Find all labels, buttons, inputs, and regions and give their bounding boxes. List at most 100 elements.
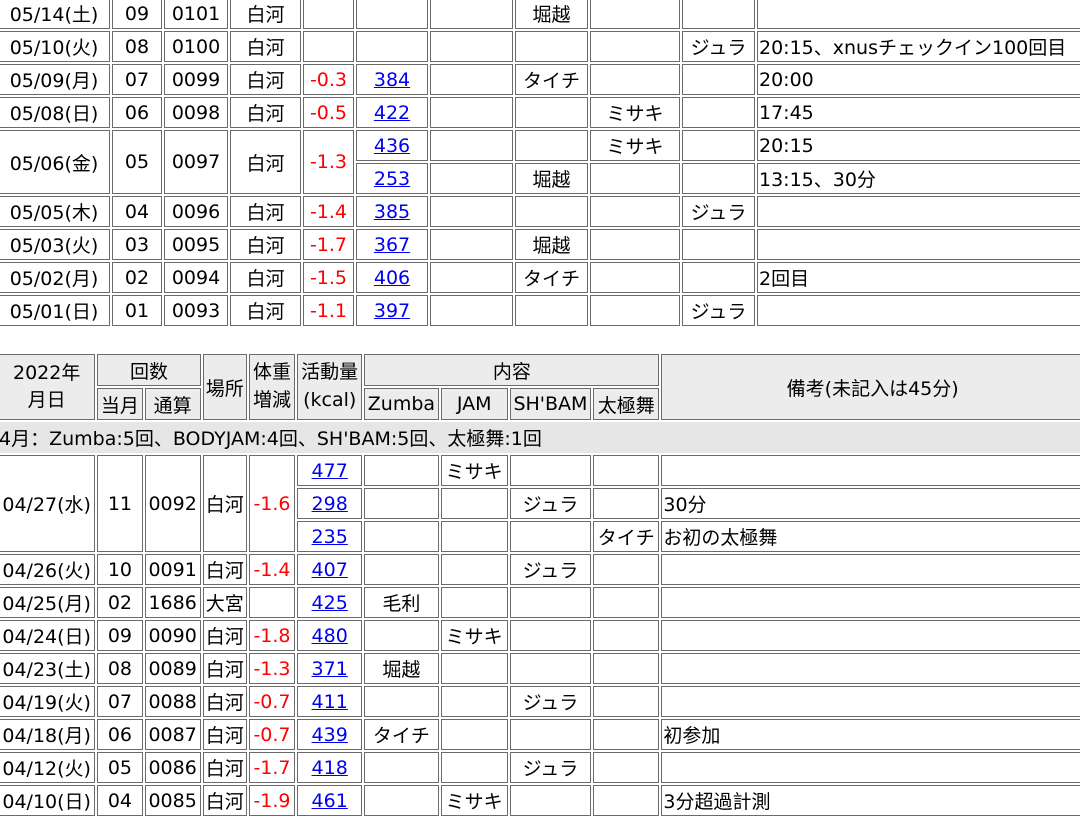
date-cell: 04/10(日) xyxy=(0,785,96,816)
taikyoku-cell xyxy=(593,455,660,486)
total-count-cell: 0086 xyxy=(144,752,201,783)
jam-cell xyxy=(515,31,588,62)
kcal-link[interactable]: 480 xyxy=(312,625,348,647)
year-label: 2022年 xyxy=(13,362,81,385)
jam-cell xyxy=(440,686,508,717)
place-cell: 白河 xyxy=(202,554,247,585)
kcal-link[interactable]: 253 xyxy=(374,168,410,190)
shbam-cell xyxy=(509,587,592,618)
note-cell: 17:45 xyxy=(757,97,1080,128)
month-count-cell: 05 xyxy=(97,752,143,783)
kcal-link[interactable]: 436 xyxy=(374,135,410,157)
kcal-link[interactable]: 385 xyxy=(374,201,410,223)
total-count-cell: 1686 xyxy=(144,587,201,618)
taikyoku-cell: ジュラ xyxy=(682,295,755,326)
place-cell: 白河 xyxy=(202,752,247,783)
jam-cell: 堀越 xyxy=(515,0,588,29)
total-count-cell: 0093 xyxy=(164,295,228,326)
kcal-cell: 253 xyxy=(356,163,428,194)
note-cell: 初参加 xyxy=(661,719,1080,750)
date-cell: 04/12(火) xyxy=(0,752,96,783)
kcal-link[interactable]: 397 xyxy=(374,300,410,322)
kcal-link[interactable]: 439 xyxy=(312,724,348,746)
kcal-link[interactable]: 411 xyxy=(312,691,348,713)
total-count-cell: 0094 xyxy=(164,262,228,293)
weight-cell: -1.9 xyxy=(248,785,296,816)
shbam-cell: ジュラ xyxy=(509,752,592,783)
taikyoku-cell xyxy=(593,785,660,816)
date-cell: 05/08(日) xyxy=(0,97,110,128)
jam-cell xyxy=(440,554,508,585)
month-count-cell: 02 xyxy=(112,262,162,293)
kcal-link[interactable]: 235 xyxy=(312,526,348,548)
date-cell: 05/02(月) xyxy=(0,262,110,293)
note-cell: 20:15、xnusチェックイン100回目 xyxy=(757,31,1080,62)
kcal-link[interactable]: 384 xyxy=(374,69,410,91)
date-cell: 05/10(火) xyxy=(0,31,110,62)
note-cell xyxy=(661,686,1080,717)
jam-cell xyxy=(515,130,588,161)
shbam-cell xyxy=(590,295,680,326)
kcal-link[interactable]: 422 xyxy=(374,102,410,124)
month-count-cell: 09 xyxy=(112,0,162,29)
kcal-link[interactable]: 367 xyxy=(374,234,410,256)
zumba-cell: 堀越 xyxy=(364,653,439,684)
table-row: 05/01(日) 01 0093 白河 -1.1 397 ジュラ xyxy=(0,295,1080,326)
kcal-link[interactable]: 477 xyxy=(312,460,348,482)
table-row: 04/25(月) 02 1686 大宮 425 毛利 xyxy=(0,587,1080,618)
kcal-link[interactable]: 461 xyxy=(312,790,348,812)
total-count-cell: 0101 xyxy=(164,0,228,29)
date-cell: 05/05(木) xyxy=(0,196,110,227)
zumba-cell xyxy=(430,163,513,194)
note-cell xyxy=(661,620,1080,651)
kcal-link[interactable]: 298 xyxy=(312,493,348,515)
jam-cell xyxy=(440,719,508,750)
kcal-cell: 367 xyxy=(356,229,428,260)
kcal-link[interactable]: 406 xyxy=(374,267,410,289)
total-count-cell: 0088 xyxy=(144,686,201,717)
kcal-link[interactable]: 407 xyxy=(312,559,348,581)
total-count-cell: 0095 xyxy=(164,229,228,260)
taikyoku-cell xyxy=(682,130,755,161)
weight-cell: -1.4 xyxy=(303,196,354,227)
may-records-table: 05/14(土) 09 0101 白河 堀越 05/10(火) 08 0100 … xyxy=(0,0,1080,328)
zumba-cell xyxy=(430,31,513,62)
shbam-cell xyxy=(590,229,680,260)
kcal-cell: 397 xyxy=(356,295,428,326)
kcal-link[interactable]: 425 xyxy=(312,592,348,614)
zumba-cell xyxy=(430,97,513,128)
kcal-link[interactable]: 418 xyxy=(312,757,348,779)
shbam-cell xyxy=(590,31,680,62)
place-cell: 白河 xyxy=(230,295,301,326)
month-summary-row: 4月：Zumba:5回、BODYJAM:4回、SH'BAM:5回、太極舞:1回 xyxy=(0,422,1080,453)
kcal-cell: 418 xyxy=(297,752,363,783)
table-row: 05/14(土) 09 0101 白河 堀越 xyxy=(0,0,1080,29)
weight-header: 体重 増減 xyxy=(248,354,296,420)
kcal-cell: 371 xyxy=(297,653,363,684)
cumulative-header: 通算 xyxy=(144,388,201,420)
date-cell: 04/19(火) xyxy=(0,686,96,717)
weight-cell xyxy=(303,0,354,29)
jam-cell: 堀越 xyxy=(515,229,588,260)
kcal-cell: 406 xyxy=(356,262,428,293)
weight-cell: -1.8 xyxy=(248,620,296,651)
note-cell: お初の太極舞 xyxy=(661,521,1080,552)
table-row: 05/08(日) 06 0098 白河 -0.5 422 ミサキ 17:45 xyxy=(0,97,1080,128)
total-count-cell: 0091 xyxy=(144,554,201,585)
shbam-cell xyxy=(509,719,592,750)
month-count-cell: 03 xyxy=(112,229,162,260)
kcal-link[interactable]: 371 xyxy=(312,658,348,680)
table-row: 04/18(月) 06 0087 白河 -0.7 439 タイチ 初参加 xyxy=(0,719,1080,750)
note-cell xyxy=(661,554,1080,585)
kcal-cell: 422 xyxy=(356,97,428,128)
date-cell: 04/24(日) xyxy=(0,620,96,651)
month-count-cell: 05 xyxy=(112,130,162,194)
date-cell: 04/27(水) xyxy=(0,455,96,552)
taikyoku-header: 太極舞 xyxy=(593,388,660,420)
note-cell xyxy=(661,653,1080,684)
kcal-cell: 425 xyxy=(297,587,363,618)
jam-cell: ミサキ xyxy=(440,785,508,816)
shbam-cell xyxy=(590,163,680,194)
kcal-cell: 385 xyxy=(356,196,428,227)
month-count-cell: 06 xyxy=(97,719,143,750)
